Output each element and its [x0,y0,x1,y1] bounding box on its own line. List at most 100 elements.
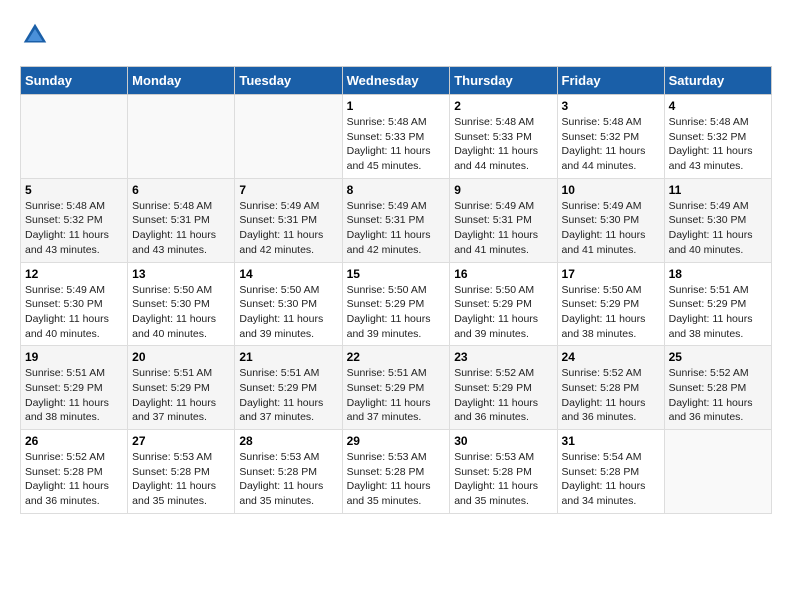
day-info: Sunrise: 5:48 AM Sunset: 5:33 PM Dayligh… [454,115,552,174]
calendar-cell: 18 Sunrise: 5:51 AM Sunset: 5:29 PM Dayli… [664,262,771,346]
calendar-cell: 19 Sunrise: 5:51 AM Sunset: 5:29 PM Dayli… [21,346,128,430]
day-number: 28 [239,434,337,448]
header-day-thursday: Thursday [450,67,557,95]
day-number: 20 [132,350,230,364]
day-info: Sunrise: 5:52 AM Sunset: 5:28 PM Dayligh… [562,366,660,425]
calendar-cell: 15 Sunrise: 5:50 AM Sunset: 5:29 PM Dayli… [342,262,450,346]
day-number: 19 [25,350,123,364]
day-number: 9 [454,183,552,197]
calendar-cell: 31 Sunrise: 5:54 AM Sunset: 5:28 PM Dayli… [557,430,664,514]
calendar-cell [235,95,342,179]
day-number: 10 [562,183,660,197]
day-info: Sunrise: 5:51 AM Sunset: 5:29 PM Dayligh… [239,366,337,425]
calendar-cell: 11 Sunrise: 5:49 AM Sunset: 5:30 PM Dayli… [664,178,771,262]
day-info: Sunrise: 5:52 AM Sunset: 5:29 PM Dayligh… [454,366,552,425]
calendar-header: SundayMondayTuesdayWednesdayThursdayFrid… [21,67,772,95]
calendar-cell: 22 Sunrise: 5:51 AM Sunset: 5:29 PM Dayli… [342,346,450,430]
calendar-week-2: 5 Sunrise: 5:48 AM Sunset: 5:32 PM Daylig… [21,178,772,262]
day-info: Sunrise: 5:53 AM Sunset: 5:28 PM Dayligh… [347,450,446,509]
day-info: Sunrise: 5:50 AM Sunset: 5:29 PM Dayligh… [562,283,660,342]
calendar-cell: 23 Sunrise: 5:52 AM Sunset: 5:29 PM Dayli… [450,346,557,430]
day-info: Sunrise: 5:52 AM Sunset: 5:28 PM Dayligh… [669,366,767,425]
calendar-cell: 28 Sunrise: 5:53 AM Sunset: 5:28 PM Dayli… [235,430,342,514]
calendar-cell: 27 Sunrise: 5:53 AM Sunset: 5:28 PM Dayli… [128,430,235,514]
day-number: 8 [347,183,446,197]
logo-icon [20,20,50,50]
calendar-cell: 12 Sunrise: 5:49 AM Sunset: 5:30 PM Dayli… [21,262,128,346]
day-number: 25 [669,350,767,364]
day-info: Sunrise: 5:53 AM Sunset: 5:28 PM Dayligh… [132,450,230,509]
day-number: 27 [132,434,230,448]
header-day-monday: Monday [128,67,235,95]
calendar-cell: 16Sunrise: 5:50 AM Sunset: 5:29 PM Dayli… [450,262,557,346]
day-info: Sunrise: 5:48 AM Sunset: 5:32 PM Dayligh… [25,199,123,258]
day-number: 5 [25,183,123,197]
day-info: Sunrise: 5:49 AM Sunset: 5:30 PM Dayligh… [669,199,767,258]
day-number: 21 [239,350,337,364]
calendar-cell: 29Sunrise: 5:53 AM Sunset: 5:28 PM Dayli… [342,430,450,514]
day-number: 22 [347,350,446,364]
header-day-wednesday: Wednesday [342,67,450,95]
day-info: Sunrise: 5:51 AM Sunset: 5:29 PM Dayligh… [669,283,767,342]
day-info: Sunrise: 5:51 AM Sunset: 5:29 PM Dayligh… [25,366,123,425]
day-info: Sunrise: 5:49 AM Sunset: 5:30 PM Dayligh… [562,199,660,258]
day-number: 30 [454,434,552,448]
day-number: 16 [454,267,552,281]
day-number: 3 [562,99,660,113]
day-info: Sunrise: 5:48 AM Sunset: 5:32 PM Dayligh… [562,115,660,174]
logo [20,20,54,50]
calendar-cell: 13Sunrise: 5:50 AM Sunset: 5:30 PM Dayli… [128,262,235,346]
calendar-cell: 5 Sunrise: 5:48 AM Sunset: 5:32 PM Daylig… [21,178,128,262]
day-info: Sunrise: 5:51 AM Sunset: 5:29 PM Dayligh… [347,366,446,425]
day-number: 23 [454,350,552,364]
calendar-body: 1 Sunrise: 5:48 AM Sunset: 5:33 PM Daylig… [21,95,772,514]
day-info: Sunrise: 5:53 AM Sunset: 5:28 PM Dayligh… [454,450,552,509]
calendar-cell: 25 Sunrise: 5:52 AM Sunset: 5:28 PM Dayli… [664,346,771,430]
calendar-cell: 6 Sunrise: 5:48 AM Sunset: 5:31 PM Daylig… [128,178,235,262]
day-number: 17 [562,267,660,281]
calendar-week-1: 1 Sunrise: 5:48 AM Sunset: 5:33 PM Daylig… [21,95,772,179]
calendar-cell: 3 Sunrise: 5:48 AM Sunset: 5:32 PM Daylig… [557,95,664,179]
day-info: Sunrise: 5:50 AM Sunset: 5:30 PM Dayligh… [239,283,337,342]
day-info: Sunrise: 5:53 AM Sunset: 5:28 PM Dayligh… [239,450,337,509]
header-day-sunday: Sunday [21,67,128,95]
day-number: 7 [239,183,337,197]
header-day-tuesday: Tuesday [235,67,342,95]
day-info: Sunrise: 5:48 AM Sunset: 5:33 PM Dayligh… [347,115,446,174]
header-day-friday: Friday [557,67,664,95]
day-number: 15 [347,267,446,281]
calendar-cell: 26Sunrise: 5:52 AM Sunset: 5:28 PM Dayli… [21,430,128,514]
day-number: 18 [669,267,767,281]
calendar-cell: 30 Sunrise: 5:53 AM Sunset: 5:28 PM Dayli… [450,430,557,514]
calendar-cell: 17 Sunrise: 5:50 AM Sunset: 5:29 PM Dayli… [557,262,664,346]
calendar-cell [21,95,128,179]
day-info: Sunrise: 5:49 AM Sunset: 5:30 PM Dayligh… [25,283,123,342]
calendar-cell [664,430,771,514]
day-info: Sunrise: 5:50 AM Sunset: 5:29 PM Dayligh… [347,283,446,342]
calendar-cell: 9 Sunrise: 5:49 AM Sunset: 5:31 PM Daylig… [450,178,557,262]
day-number: 14 [239,267,337,281]
day-number: 12 [25,267,123,281]
calendar-cell: 7Sunrise: 5:49 AM Sunset: 5:31 PM Daylig… [235,178,342,262]
calendar-week-3: 12 Sunrise: 5:49 AM Sunset: 5:30 PM Dayli… [21,262,772,346]
day-number: 13 [132,267,230,281]
day-number: 11 [669,183,767,197]
day-info: Sunrise: 5:49 AM Sunset: 5:31 PM Dayligh… [347,199,446,258]
day-number: 24 [562,350,660,364]
day-info: Sunrise: 5:54 AM Sunset: 5:28 PM Dayligh… [562,450,660,509]
day-info: Sunrise: 5:48 AM Sunset: 5:32 PM Dayligh… [669,115,767,174]
calendar-cell: 20Sunrise: 5:51 AM Sunset: 5:29 PM Dayli… [128,346,235,430]
day-number: 26 [25,434,123,448]
calendar-cell: 2Sunrise: 5:48 AM Sunset: 5:33 PM Daylig… [450,95,557,179]
day-number: 4 [669,99,767,113]
day-info: Sunrise: 5:49 AM Sunset: 5:31 PM Dayligh… [454,199,552,258]
day-info: Sunrise: 5:48 AM Sunset: 5:31 PM Dayligh… [132,199,230,258]
calendar-cell: 8 Sunrise: 5:49 AM Sunset: 5:31 PM Daylig… [342,178,450,262]
day-number: 31 [562,434,660,448]
day-number: 1 [347,99,446,113]
calendar-cell: 10 Sunrise: 5:49 AM Sunset: 5:30 PM Dayli… [557,178,664,262]
calendar-table: SundayMondayTuesdayWednesdayThursdayFrid… [20,66,772,514]
page-header [20,20,772,50]
day-number: 6 [132,183,230,197]
calendar-cell: 14 Sunrise: 5:50 AM Sunset: 5:30 PM Dayli… [235,262,342,346]
